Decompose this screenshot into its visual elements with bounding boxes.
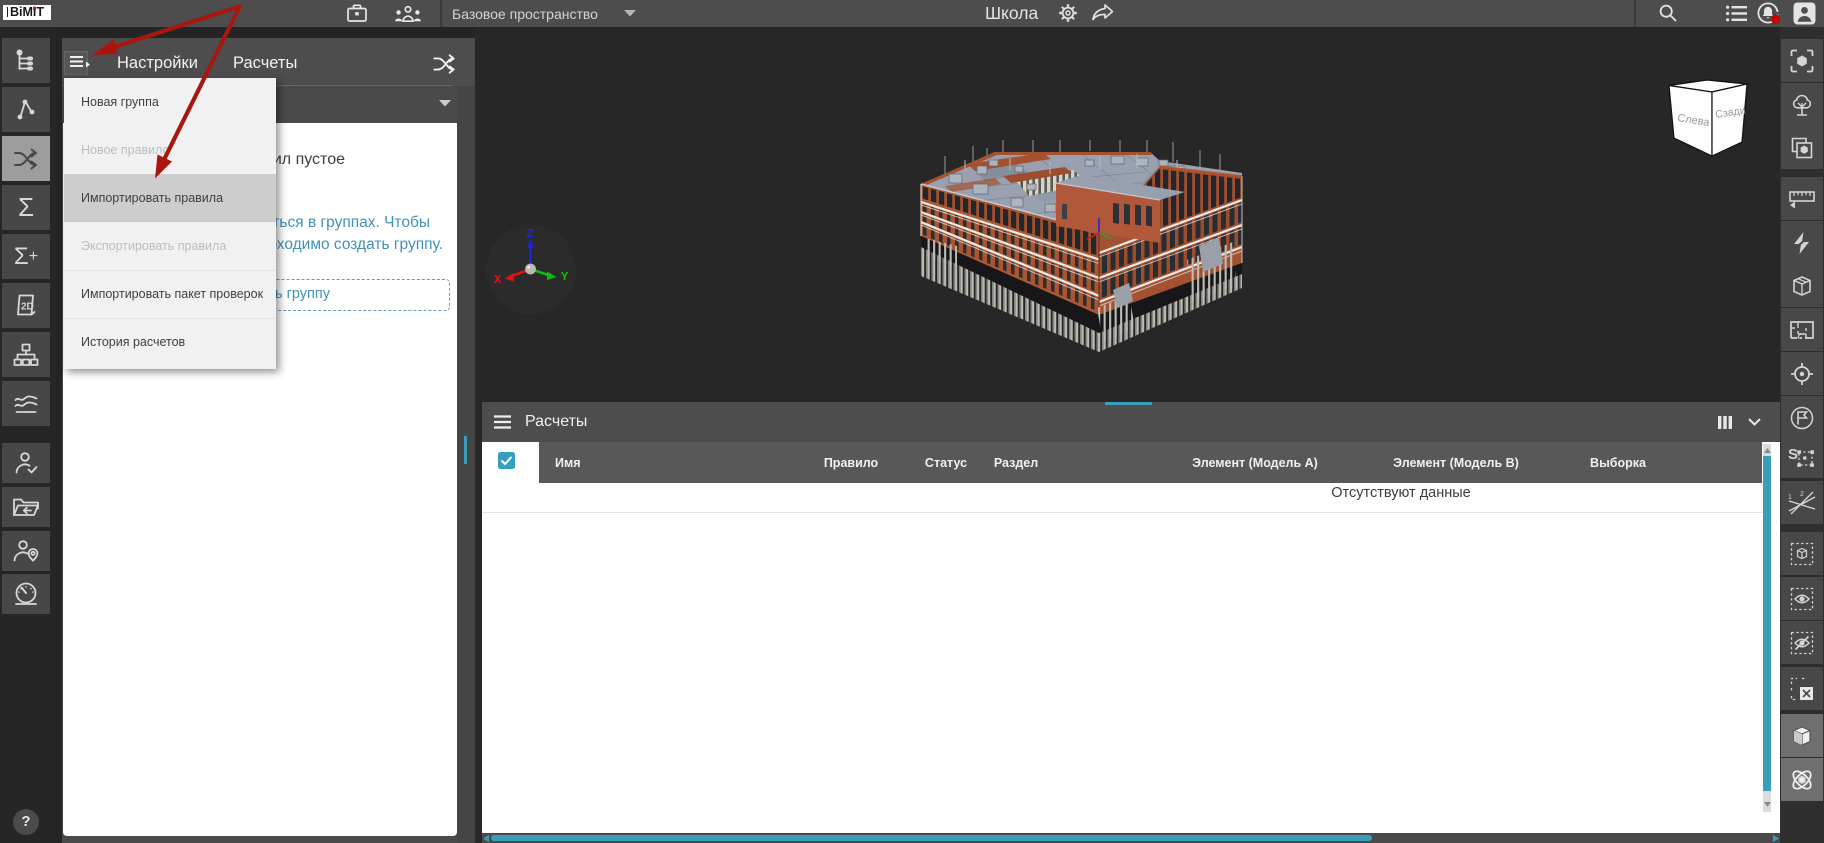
svg-text:2D: 2D	[21, 301, 34, 312]
svg-text:Z: Z	[527, 227, 534, 241]
svg-text:X: X	[494, 273, 502, 287]
svg-text:2: 2	[1800, 491, 1804, 498]
svg-text:1: 1	[1788, 494, 1792, 501]
svg-text:S: S	[1788, 446, 1798, 463]
svg-text:Y: Y	[561, 270, 569, 284]
